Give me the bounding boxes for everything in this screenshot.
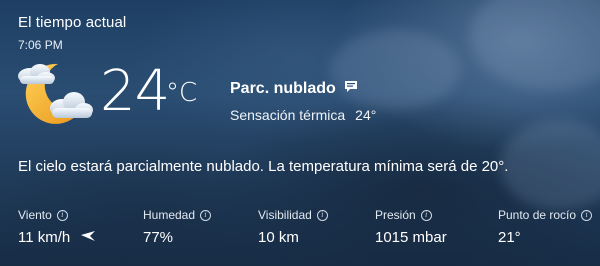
wind-direction-icon — [80, 229, 96, 246]
condition-text: Parc. nublado — [230, 80, 336, 97]
background-cloud — [330, 30, 460, 110]
info-icon[interactable]: i — [56, 209, 68, 221]
stat-humidity: Humedad i 77% — [143, 208, 212, 246]
stat-wind: Viento i 11 km/h — [18, 208, 96, 246]
info-icon[interactable]: i — [316, 209, 328, 221]
stat-value: 77% — [143, 229, 174, 246]
feels-like: Sensación térmica 24° — [230, 107, 376, 123]
background-cloud — [470, 0, 600, 90]
stat-label: Punto de rocío — [498, 208, 577, 222]
weather-card: El tiempo actual 7:06 PM 24 °C Parc. nub… — [0, 0, 600, 266]
stat-value: 10 km — [258, 229, 299, 246]
stat-dew-point: Punto de rocío i 21° — [498, 208, 593, 246]
current-time: 7:06 PM — [18, 38, 63, 52]
stat-label: Viento — [18, 208, 52, 222]
info-icon[interactable]: i — [420, 209, 432, 221]
temperature-unit-toggle[interactable]: °C — [166, 78, 197, 108]
condition-row: Parc. nublado — [230, 80, 358, 98]
stat-value: 1015 mbar — [375, 229, 447, 246]
info-icon[interactable]: i — [581, 209, 593, 221]
stat-value: 11 km/h — [18, 229, 71, 246]
feels-like-label: Sensación térmica — [230, 107, 346, 123]
message-icon[interactable] — [344, 80, 358, 98]
panel-title: El tiempo actual — [18, 14, 127, 31]
feels-like-value: 24° — [355, 107, 377, 123]
info-icon[interactable]: i — [200, 209, 212, 221]
forecast-summary: El cielo estará parcialmente nublado. La… — [18, 158, 509, 175]
stat-value: 21° — [498, 229, 521, 246]
stat-label: Humedad — [143, 208, 196, 222]
partly-cloudy-night-icon — [14, 58, 94, 128]
background-cloud — [500, 120, 600, 210]
stat-label: Presión — [375, 208, 416, 222]
current-temperature: 24 — [100, 59, 170, 124]
stat-label: Visibilidad — [258, 208, 312, 222]
stat-pressure: Presión i 1015 mbar — [375, 208, 447, 246]
stat-visibility: Visibilidad i 10 km — [258, 208, 328, 246]
